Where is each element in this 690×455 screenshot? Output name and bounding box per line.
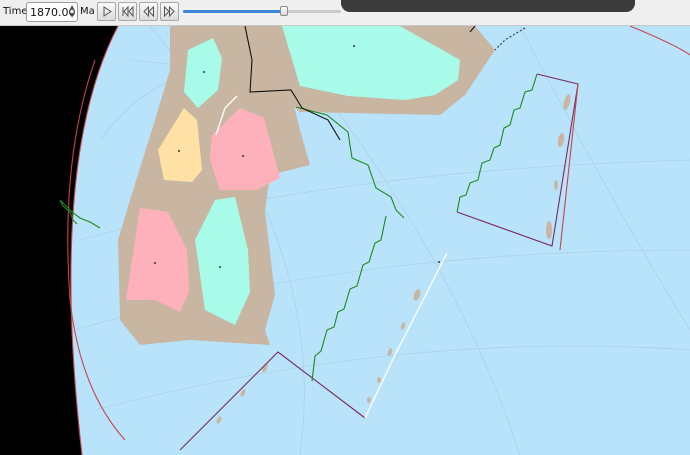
slider-handle[interactable] [280, 6, 289, 16]
play-button[interactable] [97, 2, 116, 21]
step-back-button[interactable] [139, 2, 158, 21]
globe-view[interactable] [0, 26, 690, 455]
animation-toolbar: Time: 1870.00 ▲▼ Ma · · · [0, 0, 690, 26]
step-forward-icon [164, 5, 175, 18]
time-spinbox[interactable]: 1870.00 ▲ ▼ [26, 2, 78, 22]
step-back-icon [143, 5, 154, 18]
overlay-popup: · · · [341, 0, 635, 12]
play-icon [103, 6, 112, 17]
spin-arrows-icon[interactable]: ▲ ▼ [68, 4, 76, 20]
overlay-dots: · · · [461, 0, 535, 4]
skip-to-start-icon [122, 5, 134, 18]
step-forward-button[interactable] [160, 2, 179, 21]
rewind-to-start-button[interactable] [118, 2, 137, 21]
slider-fill [183, 10, 285, 13]
units-label: Ma [80, 6, 95, 17]
time-slider[interactable] [183, 10, 341, 13]
